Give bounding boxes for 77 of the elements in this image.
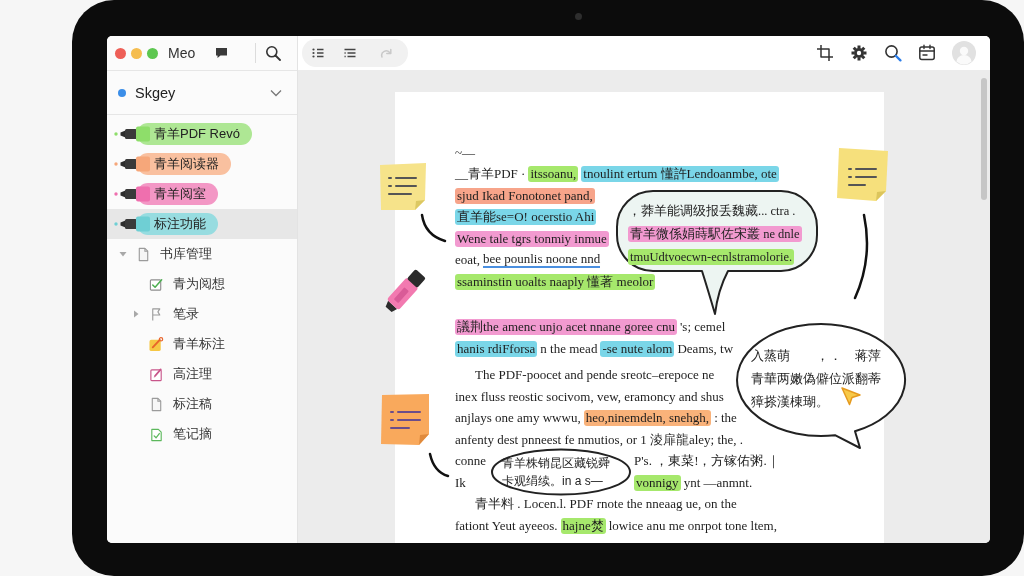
search-icon[interactable] bbox=[884, 44, 902, 62]
close-icon[interactable] bbox=[115, 47, 126, 59]
tree-item[interactable]: 笔录 bbox=[107, 299, 297, 329]
document-icon bbox=[136, 246, 151, 262]
highlighted-text: -se nute alom bbox=[600, 340, 675, 357]
status-dot bbox=[118, 88, 126, 97]
body-text: eoat, bbox=[455, 252, 480, 269]
chevron-down-icon[interactable] bbox=[270, 88, 282, 97]
highlighter-item[interactable]: 青羊PDF Revó bbox=[107, 119, 297, 149]
highlighted-text: ssaminstin uoalts naaply 懂著 meolor bbox=[455, 273, 656, 290]
indented-list-icon[interactable] bbox=[344, 47, 356, 59]
body-text: inex fluss reostic socivom, vew, eramoncy and shus bbox=[455, 388, 724, 405]
body-text: 獐搽漢棟瑚。 bbox=[751, 393, 829, 410]
body-text: 青半料 . Locen.l. PDF rnote the nneaag ue, on the bbox=[475, 496, 737, 513]
body-text: 入蒸萌 ，． 蒋萍 bbox=[751, 347, 881, 364]
sticky-note-icon bbox=[836, 147, 890, 202]
bullet-list-icon[interactable] bbox=[312, 47, 324, 59]
body-text: conne bbox=[455, 453, 487, 470]
body-text: n the mead bbox=[540, 340, 598, 357]
camera-icon bbox=[575, 13, 582, 20]
body-text: anfenty dest pnneest fe nmutios, or 1 淩扉龍aley; the, . bbox=[455, 431, 744, 448]
body-text: 's; cemel bbox=[680, 319, 726, 336]
sticky-note-icon bbox=[380, 393, 431, 446]
body-text: ynt —anmnt. bbox=[683, 474, 753, 491]
caret-right-icon[interactable] bbox=[132, 310, 140, 318]
tree-item[interactable]: 书库管理 bbox=[107, 239, 297, 269]
body-text: : the bbox=[714, 410, 737, 427]
tree-item[interactable]: 青为阅想 bbox=[107, 269, 297, 299]
caret-down-icon[interactable] bbox=[119, 250, 127, 258]
cursor-icon bbox=[840, 386, 862, 406]
highlighted-text: sjud Ikad Fonotonet pand, bbox=[455, 187, 595, 204]
underlined-text: bee pounlis noone nnd bbox=[482, 252, 601, 269]
body-text: 青華两嫩偽僻位派翻蒂 bbox=[751, 370, 881, 387]
highlighted-text: itssoanu, bbox=[528, 166, 579, 183]
highlighted-text: hajne焚 bbox=[560, 517, 606, 534]
tree-item[interactable]: 标注稿 bbox=[107, 389, 297, 419]
highlighted-text: heo,ninemdeln, snehgh, bbox=[583, 410, 712, 427]
body-text: P's. ，東菜!，方镓佑粥.｜ bbox=[634, 453, 780, 470]
checked-document-icon bbox=[149, 426, 164, 442]
search-icon[interactable] bbox=[265, 45, 282, 61]
highlighted-text: tnoulint ertum 懂許Lendoanmbe, ote bbox=[581, 166, 779, 183]
pencil-box-icon bbox=[149, 336, 164, 352]
body-text: __青羊PDF · bbox=[455, 166, 526, 183]
highlighted-text: Wene tale tgrs tonmiy inmue bbox=[455, 230, 609, 247]
edit-icon bbox=[149, 366, 164, 382]
highlighted-text: hanis rdiFforsa bbox=[455, 340, 538, 357]
body-text: Deams, tw bbox=[677, 340, 734, 357]
tree-item[interactable]: 高注理 bbox=[107, 359, 297, 389]
highlighter-item[interactable]: 青羊阅读器 bbox=[107, 149, 297, 179]
body-text: ，莽羊能调级报丢魏藏... ctra . bbox=[628, 202, 796, 219]
body-text: The PDF-poocet and pende sreotc–erepoce ne bbox=[475, 367, 715, 384]
highlighter-item[interactable]: 标注功能 bbox=[107, 209, 297, 239]
sticky-note-icon bbox=[378, 162, 428, 212]
account-name: Skgey bbox=[135, 84, 176, 101]
body-text: 卡观绢续。in a s— bbox=[502, 473, 603, 489]
highlighted-text: 直羊能se=O! ocerstio Ahi bbox=[455, 209, 597, 226]
gear-icon[interactable] bbox=[850, 44, 868, 62]
highlighted-text: 議荆the amenc unjo acet nnane goree cnu bbox=[455, 319, 678, 336]
calendar-icon[interactable] bbox=[918, 44, 936, 62]
leader-line bbox=[428, 452, 450, 478]
leader-line bbox=[420, 213, 447, 243]
crop-icon[interactable] bbox=[816, 44, 834, 62]
highlighter-item[interactable]: 青羊阅室 bbox=[107, 179, 297, 209]
document-icon bbox=[149, 396, 164, 412]
tree-item[interactable]: 青羊标注 bbox=[107, 329, 297, 359]
body-text: anjlays one amy wwwu, bbox=[455, 410, 581, 427]
chat-icon[interactable] bbox=[215, 47, 229, 59]
body-text: lowice anu me onrpot tone ltem, bbox=[608, 517, 777, 534]
app-title: Meo bbox=[168, 45, 196, 61]
body-text: fationt Yeut ayeeos. bbox=[455, 517, 558, 534]
body-text: Ik bbox=[455, 474, 466, 491]
highlighted-text: vonnigy bbox=[634, 474, 681, 491]
maximize-icon[interactable] bbox=[147, 47, 158, 59]
checked-box-icon bbox=[149, 276, 164, 292]
body-text: ~— bbox=[455, 144, 476, 161]
scrollbar-thumb[interactable] bbox=[981, 78, 987, 200]
tree-item[interactable]: 笔记摘 bbox=[107, 419, 297, 449]
